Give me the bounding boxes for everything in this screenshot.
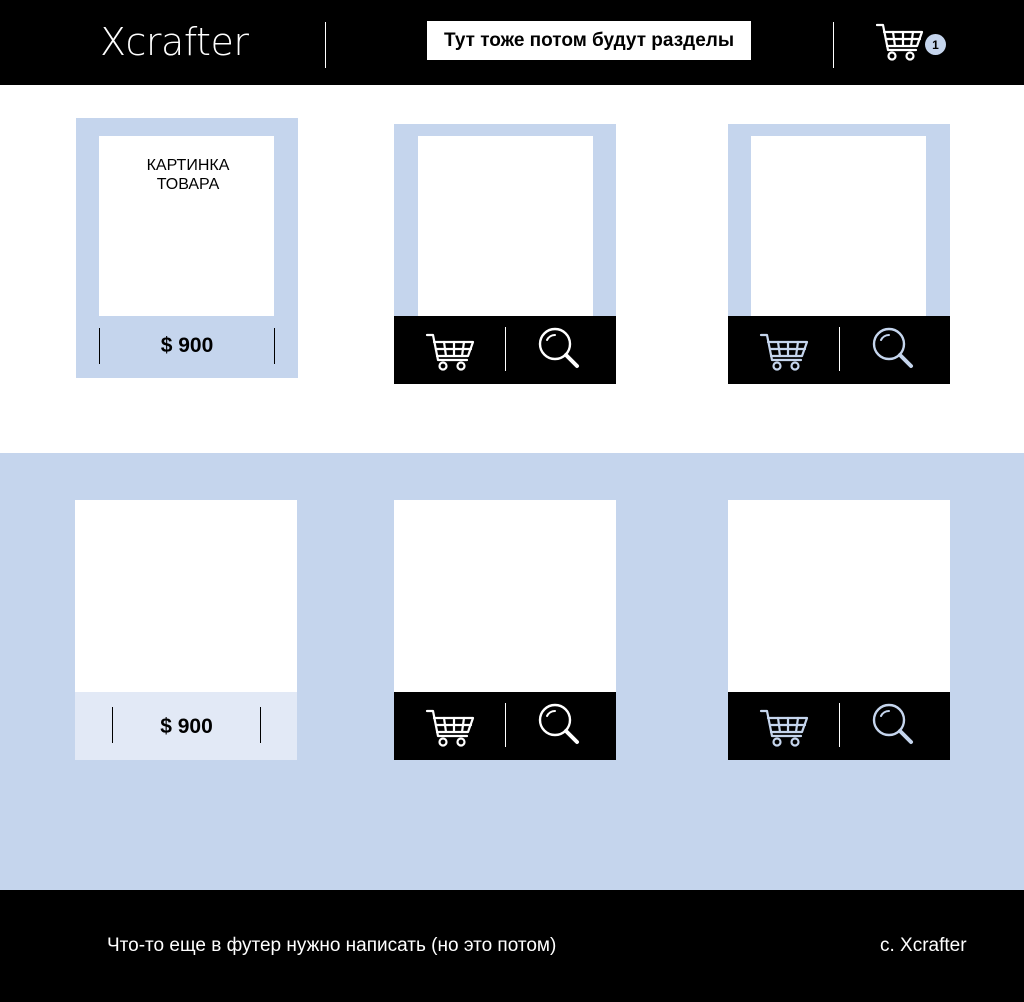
header-cart-button[interactable] [875,22,924,62]
header-divider [325,22,326,68]
action-divider [505,327,506,371]
price-divider [274,328,275,364]
product-image[interactable] [728,500,950,692]
add-to-cart-button[interactable] [425,704,475,748]
product-price: $ 900 [160,334,214,357]
add-to-cart-button[interactable] [759,328,809,372]
quick-view-button[interactable] [869,326,919,370]
footer-note: Что-то еще в футер нужно написать (но эт… [107,935,557,956]
action-divider [839,327,840,371]
search-icon [872,327,913,368]
product-image[interactable] [394,500,616,692]
product-image[interactable] [75,500,297,692]
cart-count-badge: 1 [925,34,946,55]
sections-banner[interactable]: Тут тоже потом будут разделы [427,21,751,60]
cart-icon [875,23,924,61]
search-icon [872,703,913,744]
product-price: $ 900 [160,715,213,738]
cart-icon [759,333,809,371]
search-icon [538,327,579,368]
product-image[interactable] [751,136,926,316]
quick-view-button[interactable] [535,702,585,746]
product-image[interactable] [418,136,593,316]
cart-icon [759,709,809,747]
search-icon [538,703,579,744]
action-divider [505,703,506,747]
add-to-cart-button[interactable] [759,704,809,748]
quick-view-button[interactable] [869,702,919,746]
cart-icon [425,333,475,371]
cart-icon [425,709,475,747]
header-divider [833,22,834,68]
action-divider [839,703,840,747]
add-to-cart-button[interactable] [425,328,475,372]
quick-view-button[interactable] [535,326,585,370]
site-logo[interactable]: Xcrafter [100,18,249,66]
product-image-label: КАРТИНКА ТОВАРА [146,157,230,193]
footer-copyright: с. Xcrafter [880,935,967,956]
price-divider [260,707,261,743]
